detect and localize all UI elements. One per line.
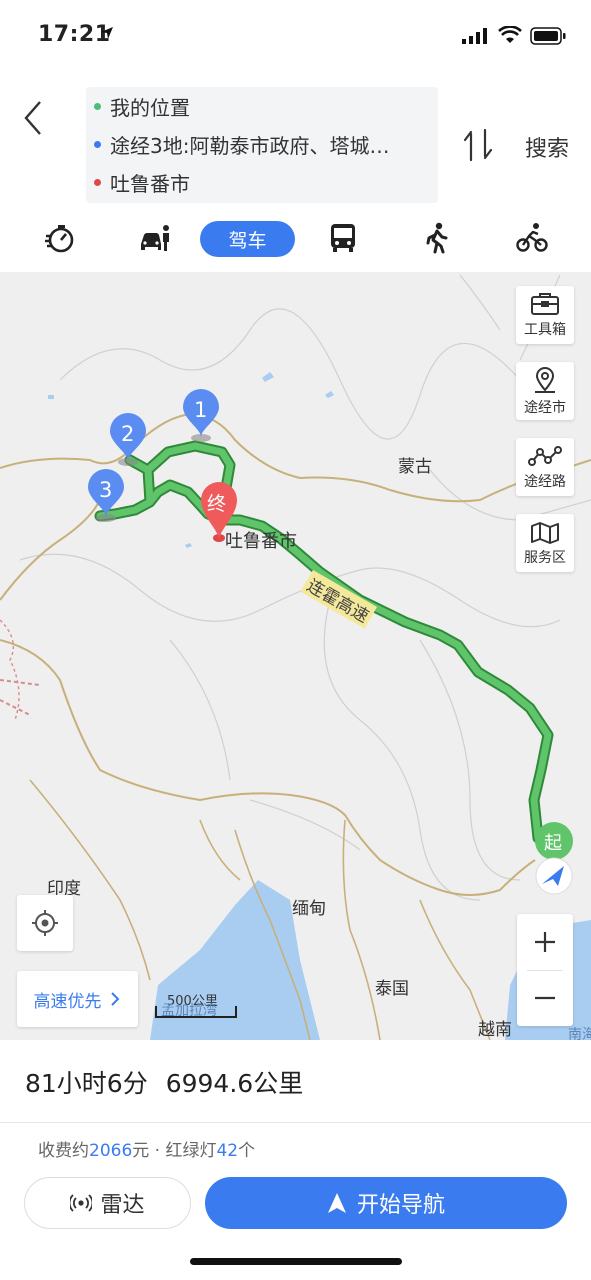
bus-icon[interactable] xyxy=(328,222,358,254)
swap-route-icon[interactable] xyxy=(462,128,494,162)
start-marker-label: 起 xyxy=(544,833,562,854)
summary-divider xyxy=(0,1122,591,1123)
toll-value: 2066 xyxy=(89,1141,133,1161)
plus-icon xyxy=(535,932,555,952)
via-city-label: 途经市 xyxy=(524,399,566,416)
search-button[interactable]: 搜索 xyxy=(525,131,569,163)
current-location-icon xyxy=(535,857,573,895)
waypoint-destination[interactable]: 吐鲁番市 xyxy=(94,167,430,197)
minus-icon xyxy=(535,996,555,1000)
map-base-layer xyxy=(0,274,591,1040)
bike-icon[interactable] xyxy=(516,222,548,254)
ride-hailing-icon[interactable] xyxy=(139,222,171,254)
cellular-signal-icon xyxy=(462,28,487,44)
via-city-button[interactable]: 途经市 xyxy=(516,362,574,420)
wifi-icon xyxy=(498,26,522,43)
map-view[interactable]: 蒙古 吐鲁番市 印度 缅甸 泰国 越南 南海 连霍高速 终 1 2 3 起 工具… xyxy=(0,272,591,1040)
destination-dot-icon xyxy=(94,178,101,186)
destination-marker-label: 终 xyxy=(207,493,227,515)
crosshair-icon xyxy=(32,910,58,936)
battery-icon xyxy=(530,27,566,45)
route-summary: 81小时6分 6994.6公里 xyxy=(25,1064,303,1100)
via-road-label: 途经路 xyxy=(524,473,566,490)
chevron-right-icon xyxy=(110,992,119,1006)
waypoint-origin[interactable]: 我的位置 xyxy=(94,91,430,121)
zoom-in-button[interactable] xyxy=(517,914,573,970)
traffic-lights-value: 42 xyxy=(216,1141,239,1161)
route-nodes-icon xyxy=(528,445,562,466)
via-road-button[interactable]: 途经路 xyxy=(516,438,574,496)
status-bar: 17:21 xyxy=(0,0,591,72)
map-label-bay-of-bengal: 孟加拉湾 xyxy=(161,1003,217,1019)
waypoint-3-marker-label: 3 xyxy=(99,478,113,502)
navigation-arrow-icon xyxy=(327,1193,346,1213)
toolbox-icon xyxy=(531,292,559,315)
map-label-vietnam: 越南 xyxy=(478,1020,512,1040)
location-arrow-icon xyxy=(101,27,113,39)
start-navigation-label: 开始导航 xyxy=(356,1193,445,1218)
route-duration: 81小时6分 xyxy=(25,1069,148,1098)
origin-dot-icon xyxy=(94,102,101,110)
map-label-mongolia: 蒙古 xyxy=(398,457,432,477)
map-pin-icon xyxy=(535,366,555,393)
radar-label: 雷达 xyxy=(100,1193,145,1218)
back-icon[interactable] xyxy=(18,98,48,138)
radar-icon xyxy=(70,1194,93,1212)
waypoint-2-marker-label: 2 xyxy=(121,422,135,446)
start-navigation-button[interactable]: 开始导航 xyxy=(205,1177,567,1229)
service-area-button[interactable]: 服务区 xyxy=(516,514,574,572)
locate-button[interactable] xyxy=(17,895,73,951)
home-indicator xyxy=(190,1258,402,1265)
waypoint-via[interactable]: 途经3地:阿勒泰市政府、塔城… xyxy=(94,129,430,159)
tab-drive[interactable]: 驾车 xyxy=(200,221,295,257)
toolbox-label: 工具箱 xyxy=(524,321,566,338)
taxi-icon[interactable] xyxy=(44,222,76,254)
radar-button[interactable]: 雷达 xyxy=(24,1177,191,1229)
travel-mode-tabs: 驾车 xyxy=(0,216,591,262)
zoom-controls xyxy=(517,914,573,1026)
route-waypoints-panel[interactable]: 我的位置 途经3地:阿勒泰市政府、塔城… 吐鲁番市 xyxy=(86,87,438,203)
map-label-south-sea: 南海 xyxy=(568,1027,591,1040)
toolbox-button[interactable]: 工具箱 xyxy=(516,286,574,344)
waypoint-1-marker-label: 1 xyxy=(194,398,208,422)
zoom-out-button[interactable] xyxy=(517,970,573,1026)
walk-icon[interactable] xyxy=(424,222,450,254)
map-label-myanmar: 缅甸 xyxy=(292,899,326,919)
route-fee-info: 收费约2066元 · 红绿灯42个 xyxy=(38,1141,256,1161)
service-area-label: 服务区 xyxy=(524,549,566,566)
via-dot-icon xyxy=(94,140,101,148)
route-preference-button[interactable]: 高速优先 xyxy=(17,971,138,1027)
route-distance: 6994.6公里 xyxy=(165,1069,304,1098)
map-label-thailand: 泰国 xyxy=(375,979,409,999)
map-fold-icon xyxy=(531,521,559,544)
route-preference-label: 高速优先 xyxy=(33,991,102,1012)
